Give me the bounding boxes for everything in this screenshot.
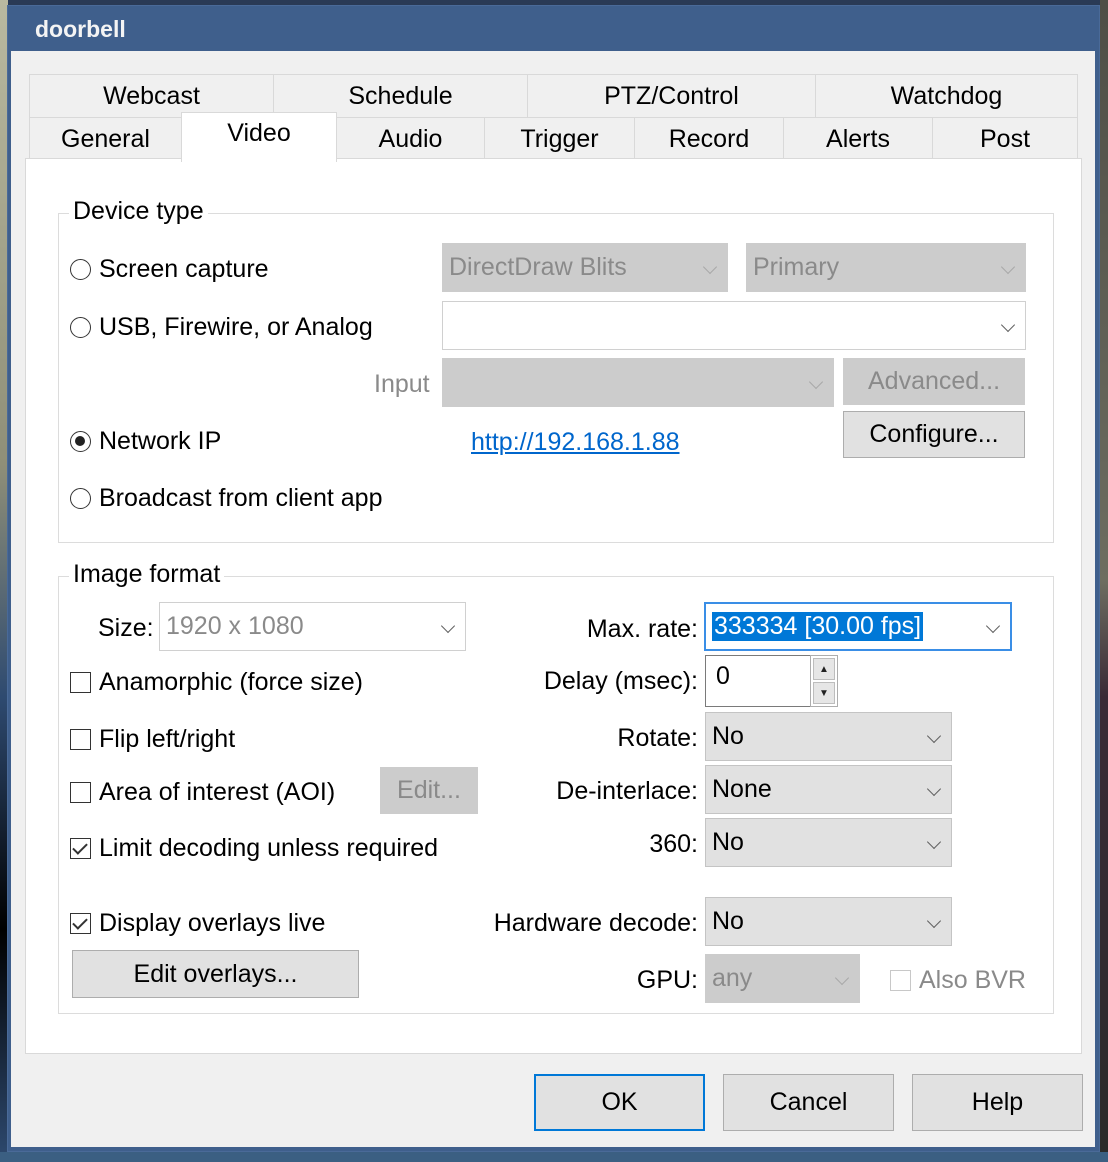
checkbox-icon (70, 729, 91, 750)
checkbox-checked-icon (70, 838, 91, 859)
deinterlace-label: De-interlace: (556, 777, 698, 805)
tab-record[interactable]: Record (634, 117, 784, 161)
delay-spinner: ▲ ▼ (810, 655, 838, 707)
chevron-down-icon (991, 317, 1025, 335)
checkbox-checked-icon (70, 913, 91, 934)
chevron-down-icon (917, 781, 951, 799)
tab-trigger[interactable]: Trigger (484, 117, 635, 161)
camera-settings-dialog: doorbell Webcast Schedule PTZ/Control Wa… (7, 5, 1100, 1152)
radio-icon (70, 317, 91, 338)
tab-video[interactable]: Video (181, 112, 337, 162)
flip-left-right-checkbox[interactable]: Flip left/right (70, 725, 235, 754)
chevron-down-icon (825, 970, 859, 988)
delay-input[interactable]: 0 (705, 655, 813, 707)
chevron-down-icon (976, 618, 1010, 636)
rotate-label: Rotate: (617, 724, 698, 752)
tab-ptz-control[interactable]: PTZ/Control (527, 74, 816, 118)
area-of-interest-checkbox[interactable]: Area of interest (AOI) (70, 778, 335, 807)
network-ip-radio[interactable]: Network IP (70, 427, 221, 456)
display-overlays-live-checkbox[interactable]: Display overlays live (70, 909, 325, 938)
device-type-title: Device type (69, 197, 208, 226)
chevron-down-icon (917, 834, 951, 852)
deinterlace-select[interactable]: None (705, 765, 952, 814)
capture-method-select[interactable]: DirectDraw Blits (442, 243, 728, 292)
gpu-label: GPU: (636, 966, 698, 994)
input-label: Input (374, 370, 430, 398)
tab-audio[interactable]: Audio (336, 117, 485, 161)
hardware-decode-label: Hardware decode: (493, 909, 698, 937)
radio-icon (70, 488, 91, 509)
advanced-button[interactable]: Advanced... (843, 358, 1025, 405)
video-tab-panel: Device type Screen capture DirectDraw Bl… (25, 158, 1082, 1054)
size-select[interactable]: 1920 x 1080 (159, 602, 466, 651)
network-ip-url-link[interactable]: http://192.168.1.88 (471, 428, 680, 457)
max-rate-label: Max. rate: (586, 615, 698, 643)
tab-post[interactable]: Post (932, 117, 1078, 161)
chevron-down-icon (917, 913, 951, 931)
three60-label: 360: (649, 830, 698, 858)
help-button[interactable]: Help (912, 1074, 1083, 1131)
aoi-edit-button[interactable]: Edit... (380, 767, 478, 814)
gpu-select[interactable]: any (705, 954, 860, 1003)
chevron-down-icon (799, 374, 833, 392)
image-format-title: Image format (69, 560, 225, 589)
checkbox-icon (70, 672, 91, 693)
screen-capture-radio[interactable]: Screen capture (70, 255, 269, 284)
rotate-select[interactable]: No (705, 712, 952, 761)
desktop-background-right (1100, 0, 1108, 1162)
radio-icon (70, 259, 91, 280)
broadcast-client-app-radio[interactable]: Broadcast from client app (70, 484, 382, 513)
cancel-button[interactable]: Cancel (723, 1074, 894, 1131)
anamorphic-checkbox[interactable]: Anamorphic (force size) (70, 668, 363, 697)
max-rate-select[interactable]: 333334 [30.00 fps] (704, 602, 1012, 651)
tab-general[interactable]: General (29, 117, 182, 161)
checkbox-icon (890, 970, 911, 991)
hardware-decode-select[interactable]: No (705, 897, 952, 946)
edit-overlays-button[interactable]: Edit overlays... (72, 950, 359, 998)
limit-decoding-checkbox[interactable]: Limit decoding unless required (70, 834, 438, 863)
chevron-down-icon (431, 618, 465, 636)
dialog-client-area: Webcast Schedule PTZ/Control Watchdog Ge… (11, 51, 1095, 1147)
usb-firewire-analog-radio[interactable]: USB, Firewire, or Analog (70, 313, 373, 342)
window-title[interactable]: doorbell (8, 6, 1099, 51)
delay-label: Delay (msec): (543, 667, 698, 695)
chevron-down-icon (917, 728, 951, 746)
chevron-down-icon (991, 259, 1025, 277)
three60-select[interactable]: No (705, 818, 952, 867)
usb-device-select[interactable] (442, 301, 1026, 350)
ok-button[interactable]: OK (534, 1074, 705, 1131)
spin-down-icon[interactable]: ▼ (813, 682, 835, 704)
tab-alerts[interactable]: Alerts (783, 117, 933, 161)
configure-button[interactable]: Configure... (843, 411, 1025, 458)
radio-checked-icon (70, 431, 91, 452)
also-bvr-checkbox[interactable]: Also BVR (890, 966, 1026, 995)
checkbox-icon (70, 782, 91, 803)
input-select[interactable] (442, 358, 834, 407)
chevron-down-icon (693, 259, 727, 277)
spin-up-icon[interactable]: ▲ (813, 658, 835, 680)
desktop-background-bottom (0, 1152, 1108, 1162)
tab-watchdog[interactable]: Watchdog (815, 74, 1078, 118)
monitor-select[interactable]: Primary (746, 243, 1026, 292)
size-label: Size: (98, 614, 154, 642)
